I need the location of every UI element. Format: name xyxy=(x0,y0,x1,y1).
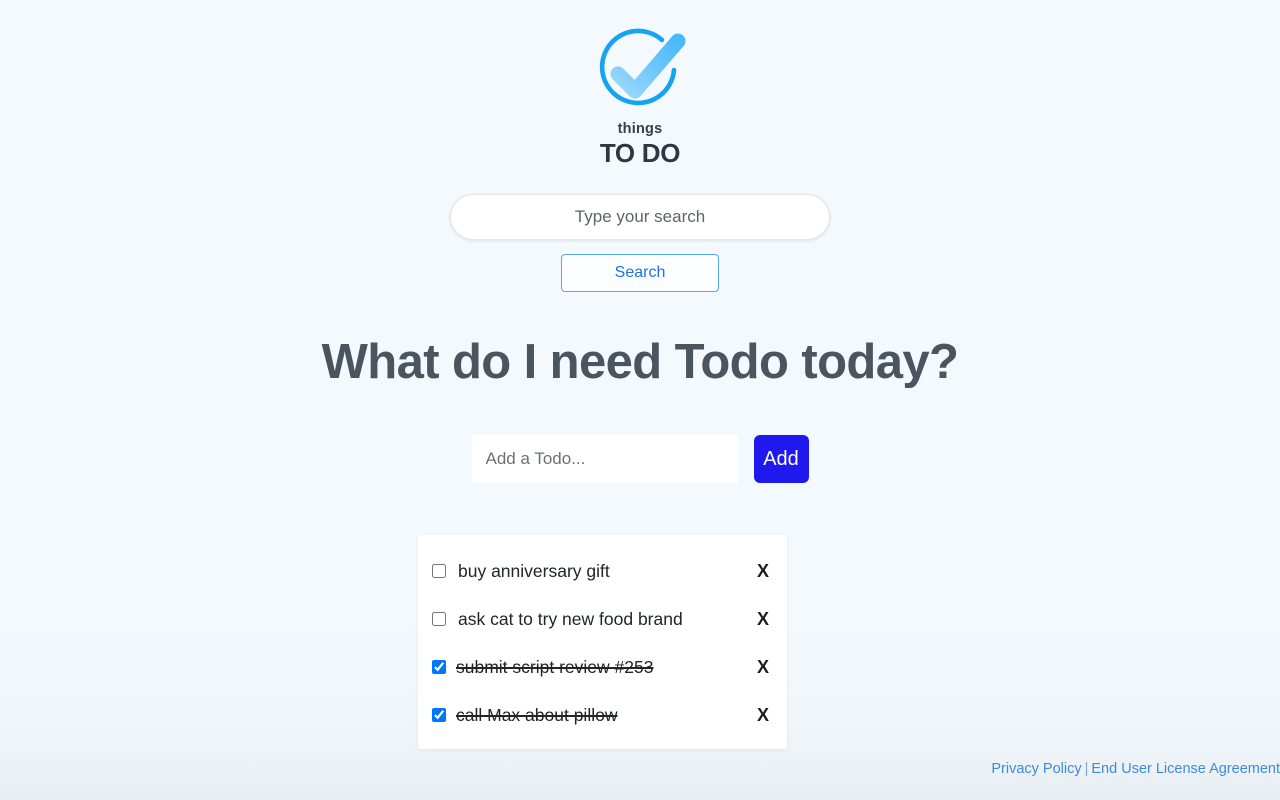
add-todo-row: Add xyxy=(0,435,1280,484)
todo-item: call Max about pillow X xyxy=(418,691,787,739)
add-todo-button[interactable]: Add xyxy=(753,435,809,484)
add-todo-input[interactable] xyxy=(471,435,738,484)
todo-label: buy anniversary gift xyxy=(458,560,610,581)
todo-item: ask cat to try new food brand X xyxy=(418,595,787,643)
delete-todo-button[interactable]: X xyxy=(747,658,769,676)
todo-label: call Max about pillow xyxy=(456,704,618,725)
delete-todo-button[interactable]: X xyxy=(747,610,769,628)
todo-label: ask cat to try new food brand xyxy=(458,608,683,629)
search-button[interactable]: Search xyxy=(561,253,719,292)
todo-item: buy anniversary gift X xyxy=(418,547,787,595)
todo-checkbox[interactable] xyxy=(432,612,446,626)
todo-checkbox[interactable] xyxy=(432,564,446,578)
delete-todo-button[interactable]: X xyxy=(747,706,769,724)
todo-list: buy anniversary gift Xask cat to try new … xyxy=(418,535,787,749)
page-title: What do I need Todo today? xyxy=(321,334,959,389)
footer-separator: | xyxy=(1084,761,1089,777)
app-page: things TO DO Search What do I need Todo … xyxy=(0,0,1280,800)
search-section: Search xyxy=(0,193,1280,292)
circle-check-icon xyxy=(594,22,686,118)
todo-label: submit script review #253 xyxy=(456,656,654,677)
logo-text-todo: TO DO xyxy=(599,137,681,168)
brand-logo: things TO DO xyxy=(0,0,1280,166)
eula-link[interactable]: End User License Agreement xyxy=(1091,761,1280,777)
delete-todo-button[interactable]: X xyxy=(747,562,769,580)
privacy-policy-link[interactable]: Privacy Policy xyxy=(991,761,1081,777)
search-input[interactable] xyxy=(450,193,830,240)
footer-links: Privacy Policy | End User License Agreemen… xyxy=(0,760,1280,779)
logo-text-things: things xyxy=(617,121,663,137)
todo-checkbox[interactable] xyxy=(432,660,446,674)
todo-item: submit script review #253 X xyxy=(418,643,787,691)
todo-checkbox[interactable] xyxy=(432,708,446,722)
